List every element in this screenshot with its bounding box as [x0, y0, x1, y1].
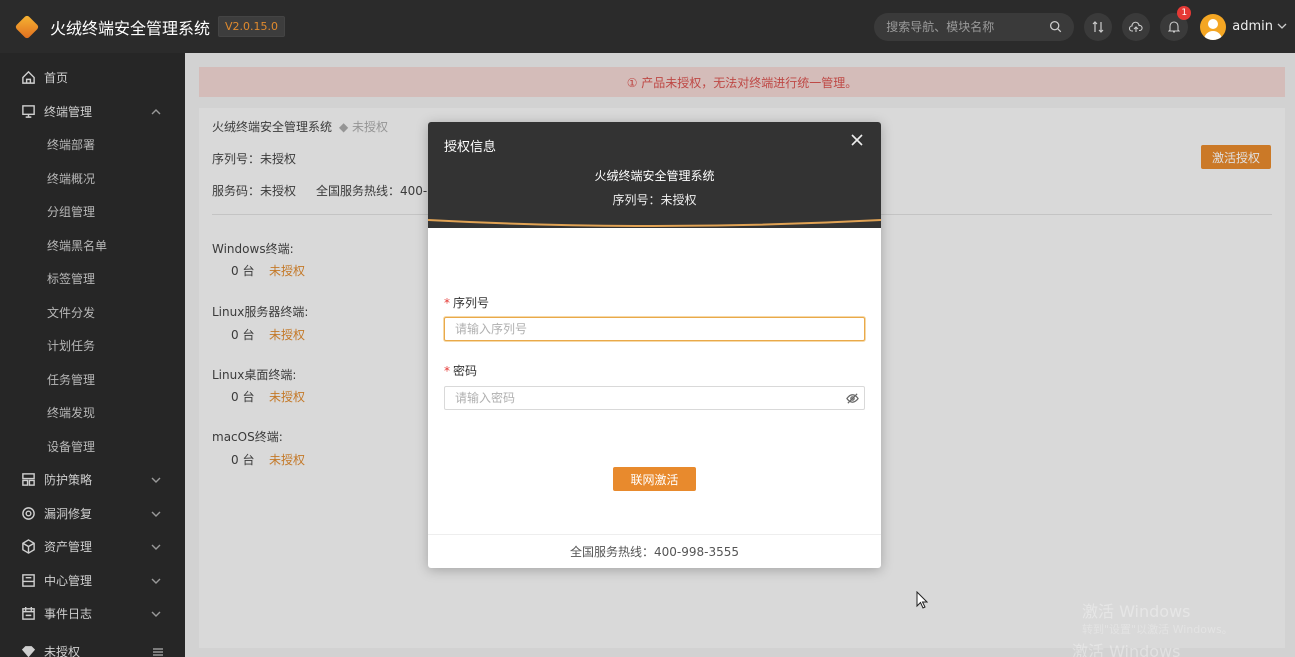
sidebar-item-home[interactable]: 首页 [0, 61, 185, 95]
sidebar-subitem[interactable]: 终端黑名单 [0, 229, 185, 263]
app-title: 火绒终端安全管理系统 [50, 18, 211, 38]
sort-icon [1092, 20, 1104, 33]
sidebar-item-terminal-management[interactable]: 终端管理 [0, 95, 185, 129]
close-icon[interactable] [849, 132, 865, 148]
serial-input[interactable] [444, 317, 865, 341]
chevron-down-icon [151, 608, 161, 618]
sidebar-subitem[interactable]: 终端部署 [0, 128, 185, 162]
vuln-icon [20, 505, 36, 521]
chevron-down-icon [151, 575, 161, 585]
dialog-footer-hotline: 全国服务热线：400-998-3555 [428, 534, 881, 568]
sidebar-item-asset-management[interactable]: 资产管理 [0, 530, 185, 564]
app-logo-icon [14, 14, 40, 39]
sidebar-subitem[interactable]: 终端发现 [0, 396, 185, 430]
license-info-dialog: 授权信息 火绒终端安全管理系统 序列号：未授权 *序列号 *密码 联网激活 全国… [428, 122, 881, 568]
home-icon [20, 70, 36, 86]
sidebar-subitem[interactable]: 分组管理 [0, 195, 185, 229]
mouse-cursor-icon [916, 591, 928, 609]
sidebar-item-license[interactable]: 未授权 [0, 635, 185, 657]
serial-label: * 序列号 [444, 296, 490, 310]
chevron-down-icon [151, 508, 161, 518]
sidebar-item-vuln-fix[interactable]: 漏洞修复 [0, 497, 185, 531]
windows-watermark: 转到"设置"以激活 Windows。 [1082, 623, 1233, 636]
sidebar-subitem[interactable]: 设备管理 [0, 430, 185, 464]
sort-button[interactable] [1084, 12, 1113, 41]
strategy-icon [20, 472, 36, 488]
sidebar-subitem[interactable]: 文件分发 [0, 296, 185, 330]
avatar[interactable] [1200, 13, 1227, 40]
sidebar-item-event-log[interactable]: 事件日志 [0, 597, 185, 631]
dialog-title: 授权信息 [444, 140, 497, 155]
header-wave [428, 210, 881, 227]
notification-badge: 1 [1177, 5, 1192, 20]
sidebar-subitem[interactable]: 任务管理 [0, 363, 185, 397]
eye-off-icon[interactable] [846, 392, 859, 405]
version-badge: V2.0.15.0 [218, 16, 286, 37]
license-icon [20, 643, 36, 657]
password-label: * 密码 [444, 364, 478, 378]
monitor-icon [20, 103, 36, 119]
log-icon [20, 606, 36, 622]
dialog-serial-status: 序列号：未授权 [612, 193, 697, 207]
online-activate-button[interactable]: 联网激活 [613, 467, 696, 491]
notification-button[interactable]: 1 [1160, 5, 1192, 41]
search-input[interactable]: 搜索导航、模块名称 [874, 12, 1075, 41]
sidebar-subitem[interactable]: 计划任务 [0, 329, 185, 363]
windows-watermark: 激活 Windows [1072, 642, 1181, 657]
windows-watermark: 激活 Windows [1082, 602, 1191, 621]
sidebar-item-protection-policy[interactable]: 防护策略 [0, 463, 185, 497]
asset-icon [20, 539, 36, 555]
dialog-system-name: 火绒终端安全管理系统 [594, 169, 715, 183]
chevron-down-icon [151, 541, 161, 551]
username[interactable]: admin [1232, 19, 1273, 34]
cloud-icon [1129, 21, 1143, 32]
sidebar-subitem[interactable]: 终端概况 [0, 162, 185, 196]
cloud-upload-button[interactable] [1122, 12, 1151, 41]
password-input[interactable] [444, 386, 865, 410]
sidebar: 首页 终端管理 终端部署 终端概况 分组管理 终端黑名单 标签管理 文件分发 计… [0, 53, 185, 657]
center-icon [20, 572, 36, 588]
bell-icon [1168, 21, 1181, 33]
search-icon [1050, 20, 1062, 33]
chevron-down-icon[interactable] [1277, 20, 1287, 33]
sidebar-item-center-management[interactable]: 中心管理 [0, 564, 185, 598]
menu-icon[interactable] [153, 646, 163, 656]
sidebar-subitem[interactable]: 标签管理 [0, 262, 185, 296]
chevron-up-icon [151, 106, 161, 116]
chevron-down-icon [151, 474, 161, 484]
top-bar: 火绒终端安全管理系统 V2.0.15.0 搜索导航、模块名称 1 admin [0, 0, 1295, 53]
